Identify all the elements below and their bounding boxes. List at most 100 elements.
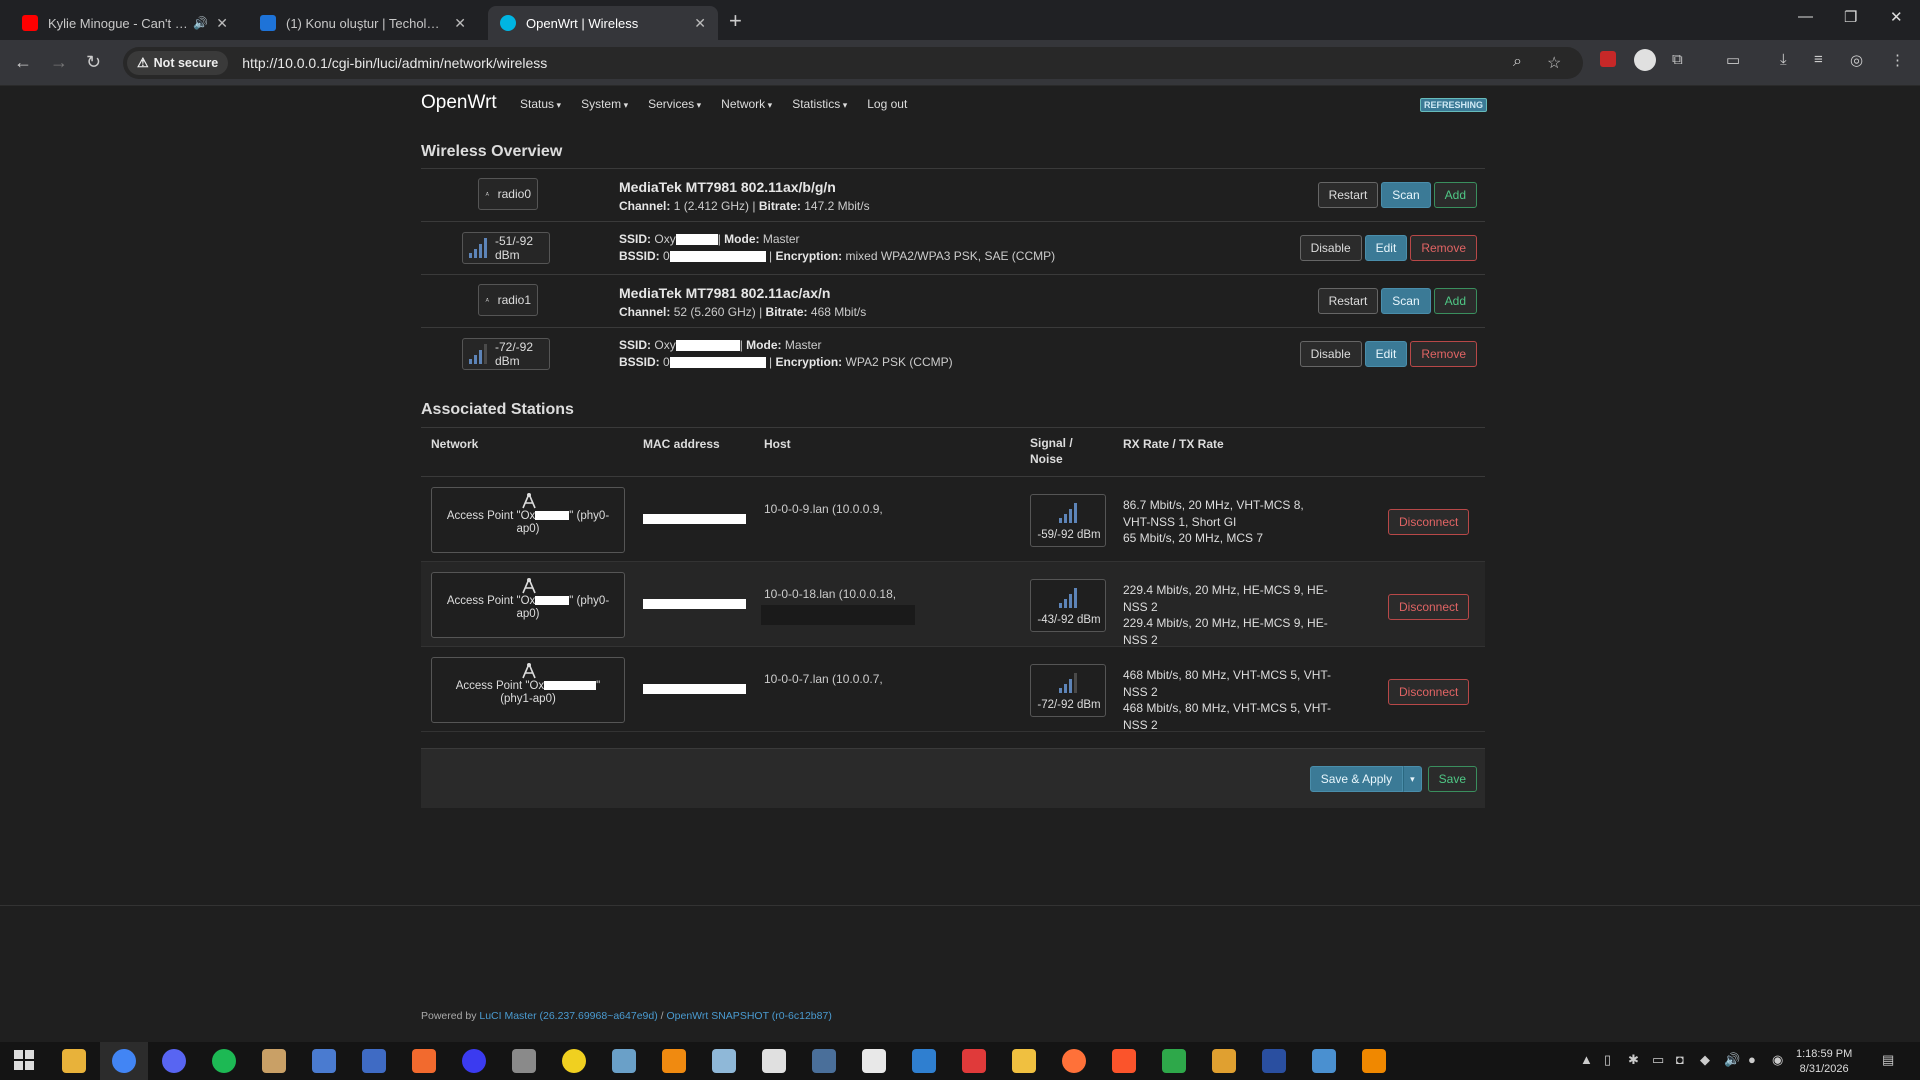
7zip-icon[interactable] [762, 1049, 786, 1073]
firefox-icon[interactable] [1062, 1049, 1086, 1073]
save-apply-dropdown-icon[interactable]: ▾ [1403, 766, 1422, 792]
file-explorer-icon[interactable] [62, 1049, 86, 1073]
scan-radio0-button[interactable]: Scan [1381, 182, 1431, 208]
tab-techolay[interactable]: (1) Konu oluştur | Techolay Sosy ✕ [248, 6, 478, 40]
extension-icon[interactable] [1634, 49, 1656, 71]
app-icon[interactable] [912, 1049, 936, 1073]
app-icon[interactable] [1212, 1049, 1236, 1073]
close-tab-icon[interactable]: ✕ [694, 15, 706, 32]
menu-kebab-icon[interactable]: ⋮ [1890, 51, 1905, 69]
app-icon[interactable] [262, 1049, 286, 1073]
app-icon[interactable] [312, 1049, 336, 1073]
save-apply-button[interactable]: Save & Apply [1309, 766, 1404, 792]
antenna-icon [522, 578, 536, 594]
disconnect-button[interactable]: Disconnect [1388, 509, 1470, 535]
vlc-icon[interactable] [1362, 1049, 1386, 1073]
disconnect-button[interactable]: Disconnect [1388, 679, 1470, 705]
cast-icon[interactable]: ▭ [1726, 51, 1740, 69]
add-radio1-button[interactable]: Add [1433, 288, 1477, 314]
app-icon[interactable] [1162, 1049, 1186, 1073]
close-window-icon[interactable]: ✕ [1890, 8, 1903, 26]
zoom-icon[interactable]: ⌕ [1513, 53, 1522, 71]
ublock-icon[interactable] [1600, 51, 1616, 67]
close-tab-icon[interactable]: ✕ [454, 15, 466, 32]
menu-system[interactable]: System [581, 97, 628, 111]
tab-openwrt[interactable]: OpenWrt | Wireless ✕ [488, 6, 718, 40]
profile-icon[interactable]: ◎ [1850, 51, 1863, 69]
app-icon[interactable] [512, 1049, 536, 1073]
add-radio0-button[interactable]: Add [1433, 182, 1477, 208]
disable-network0-button[interactable]: Disable [1299, 235, 1362, 261]
minimize-icon[interactable]: — [1798, 8, 1813, 25]
security-chip[interactable]: ⚠ Not secure [127, 51, 229, 75]
tray-app-icon[interactable]: ◘ [1676, 1052, 1684, 1067]
app-icon[interactable] [1012, 1049, 1036, 1073]
app-icon[interactable] [1312, 1049, 1336, 1073]
disconnect-button[interactable]: Disconnect [1388, 594, 1470, 620]
notifications-icon[interactable]: ▤ [1882, 1052, 1894, 1068]
restart-radio1-button[interactable]: Restart [1317, 288, 1379, 314]
url-text[interactable]: http://10.0.0.1/cgi-bin/luci/admin/netwo… [242, 55, 547, 71]
app-icon[interactable] [1262, 1049, 1286, 1073]
refreshing-badge[interactable]: REFRESHING [1420, 98, 1488, 112]
chrome-icon[interactable] [112, 1049, 136, 1073]
tab-youtube[interactable]: Kylie Minogue - Can't Get Y 🔊 ✕ [10, 6, 240, 40]
app-icon[interactable] [862, 1049, 886, 1073]
taskbar-clock[interactable]: 1:18:59 PM 8/31/2026 [1796, 1047, 1852, 1077]
menu-logout[interactable]: Log out [867, 97, 907, 111]
address-bar-row: ← → ↻ ⚠ Not secure http://10.0.0.1/cgi-b… [0, 40, 1920, 86]
close-tab-icon[interactable]: ✕ [216, 15, 228, 32]
menu-network[interactable]: Network [721, 97, 772, 111]
bookmark-star-icon[interactable]: ☆ [1547, 53, 1561, 73]
menu-statistics[interactable]: Statistics [792, 97, 847, 111]
brave-icon[interactable] [1112, 1049, 1136, 1073]
extensions-puzzle-icon[interactable]: ⧉ [1672, 51, 1683, 68]
menu-status[interactable]: Status [520, 97, 561, 111]
edit-network0-button[interactable]: Edit [1364, 235, 1408, 261]
new-tab-icon[interactable]: + [729, 8, 742, 34]
tray-app-icon[interactable]: ✱ [1628, 1052, 1639, 1068]
tray-app-icon[interactable]: ▭ [1652, 1052, 1664, 1068]
back-icon[interactable]: ← [14, 52, 32, 73]
restart-radio0-button[interactable]: Restart [1317, 182, 1379, 208]
discord-icon[interactable] [162, 1049, 186, 1073]
signal-badge: -43/-92 dBm [1030, 579, 1106, 632]
app-icon[interactable] [462, 1049, 486, 1073]
media-control-icon[interactable]: ≡ [1814, 51, 1823, 68]
openwrt-link[interactable]: OpenWrt SNAPSHOT (r0-6c12b87) [666, 1010, 831, 1022]
tray-vlc-icon[interactable]: ▲ [1580, 1052, 1593, 1067]
tray-app-icon[interactable]: ● [1748, 1052, 1756, 1067]
forward-icon[interactable]: → [50, 52, 68, 73]
edit-network1-button[interactable]: Edit [1364, 341, 1408, 367]
save-button[interactable]: Save [1427, 766, 1477, 792]
tray-nvidia-icon[interactable]: ◆ [1700, 1052, 1710, 1068]
app-icon[interactable] [962, 1049, 986, 1073]
windows-start-icon[interactable] [14, 1050, 34, 1070]
omnibox[interactable]: ⚠ Not secure http://10.0.0.1/cgi-bin/luc… [123, 47, 1583, 79]
app-icon[interactable] [812, 1049, 836, 1073]
scan-radio1-button[interactable]: Scan [1381, 288, 1431, 314]
reload-icon[interactable]: ↻ [86, 52, 101, 73]
luci-link[interactable]: LuCI Master (26.237.69968~a647e9d) [479, 1010, 657, 1022]
radio1-title: MediaTek MT7981 802.11ac/ax/n [619, 285, 831, 301]
app-icon[interactable] [412, 1049, 436, 1073]
antenna-icon [522, 493, 536, 509]
app-icon[interactable] [562, 1049, 586, 1073]
spotify-icon[interactable] [212, 1049, 236, 1073]
speaker-icon[interactable]: 🔊 [193, 16, 208, 30]
remove-network0-button[interactable]: Remove [1410, 235, 1477, 261]
menu-services[interactable]: Services [648, 97, 701, 111]
app-icon[interactable] [712, 1049, 736, 1073]
brand-logo[interactable]: OpenWrt [421, 92, 497, 114]
download-icon[interactable]: ⤓ [1780, 51, 1787, 68]
app-icon[interactable] [612, 1049, 636, 1073]
tray-app-icon[interactable]: ◉ [1772, 1052, 1783, 1068]
station-rates: 86.7 Mbit/s, 20 MHz, VHT-MCS 8, VHT-NSS … [1123, 498, 1304, 545]
search-app-icon[interactable] [662, 1049, 686, 1073]
tray-app-icon[interactable]: ▯ [1604, 1052, 1611, 1068]
network-app-icon[interactable] [362, 1049, 386, 1073]
remove-network1-button[interactable]: Remove [1410, 341, 1477, 367]
disable-network1-button[interactable]: Disable [1299, 341, 1362, 367]
volume-icon[interactable]: 🔊 [1724, 1052, 1740, 1068]
restore-icon[interactable]: ❐ [1844, 8, 1857, 26]
